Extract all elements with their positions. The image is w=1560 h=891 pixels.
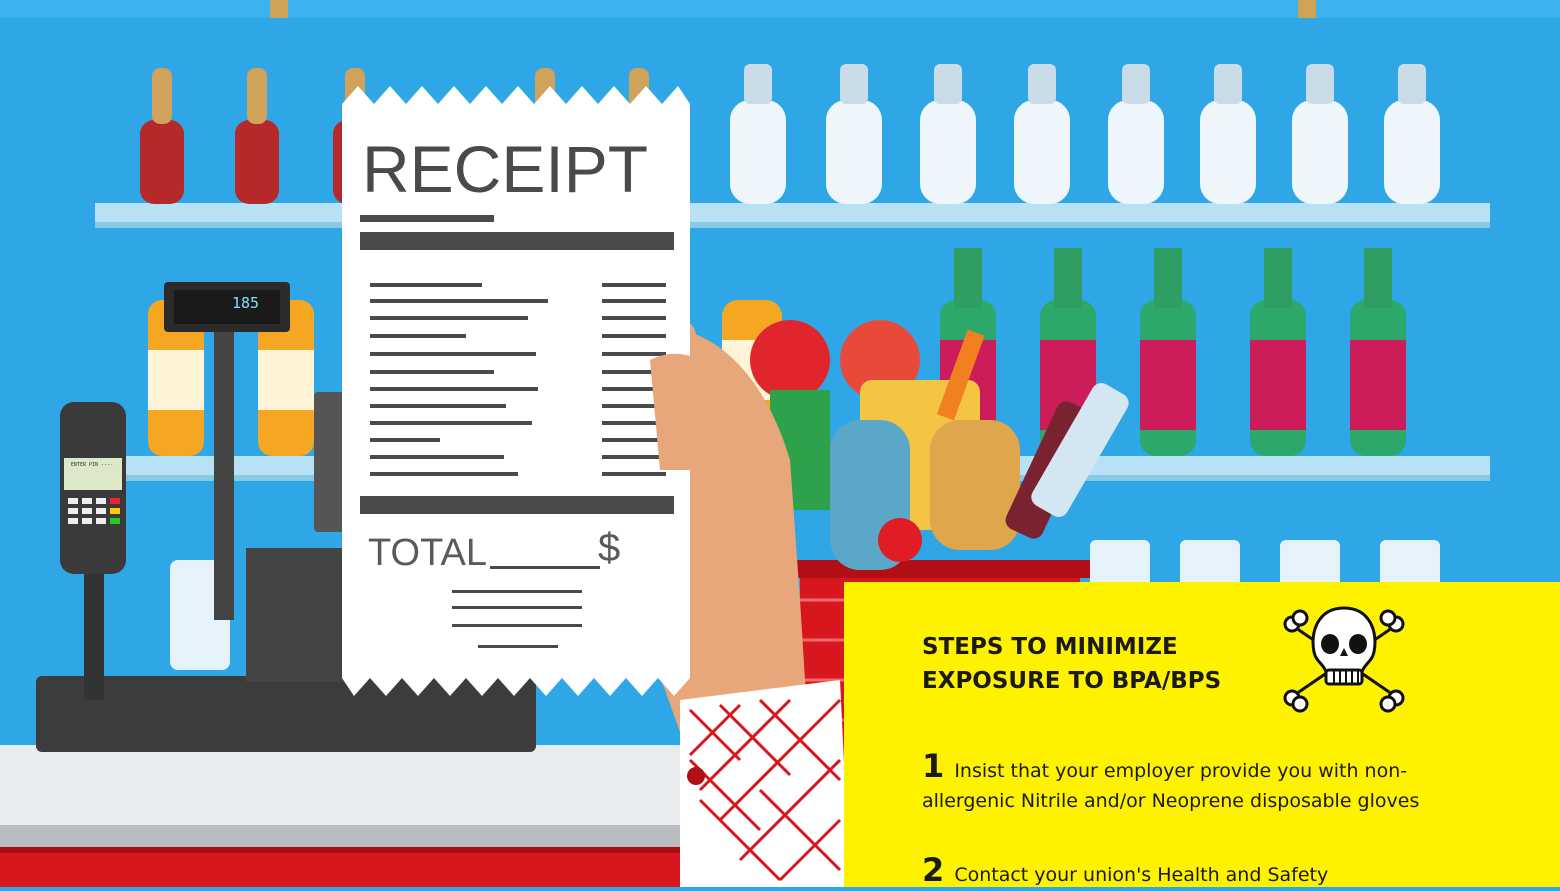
step-item: 2 Contact your union's Health and Safety (922, 854, 1482, 890)
receipt-currency-symbol: $ (598, 526, 621, 570)
bpa-steps-panel: STEPS TO MINIMIZE EXPOSURE TO BPA/BPS 1 … (844, 582, 1560, 887)
receipt-title: RECEIPT (362, 132, 649, 206)
register-display-value: 185 (232, 294, 260, 312)
step-number: 2 (922, 851, 945, 889)
skull-and-crossbones-icon (1282, 598, 1406, 718)
card-terminal-screen-text: ENTER PIN ---- (70, 462, 114, 468)
step-number: 1 (922, 747, 945, 785)
panel-title: STEPS TO MINIMIZE EXPOSURE TO BPA/BPS (922, 634, 1222, 694)
receipt-total-label: TOTAL (368, 532, 487, 574)
step-text: Contact your union's Health and Safety (954, 864, 1329, 886)
step-item: 1 Insist that your employer provide you … (922, 750, 1482, 816)
step-text: Insist that your employer provide you wi… (922, 760, 1420, 812)
